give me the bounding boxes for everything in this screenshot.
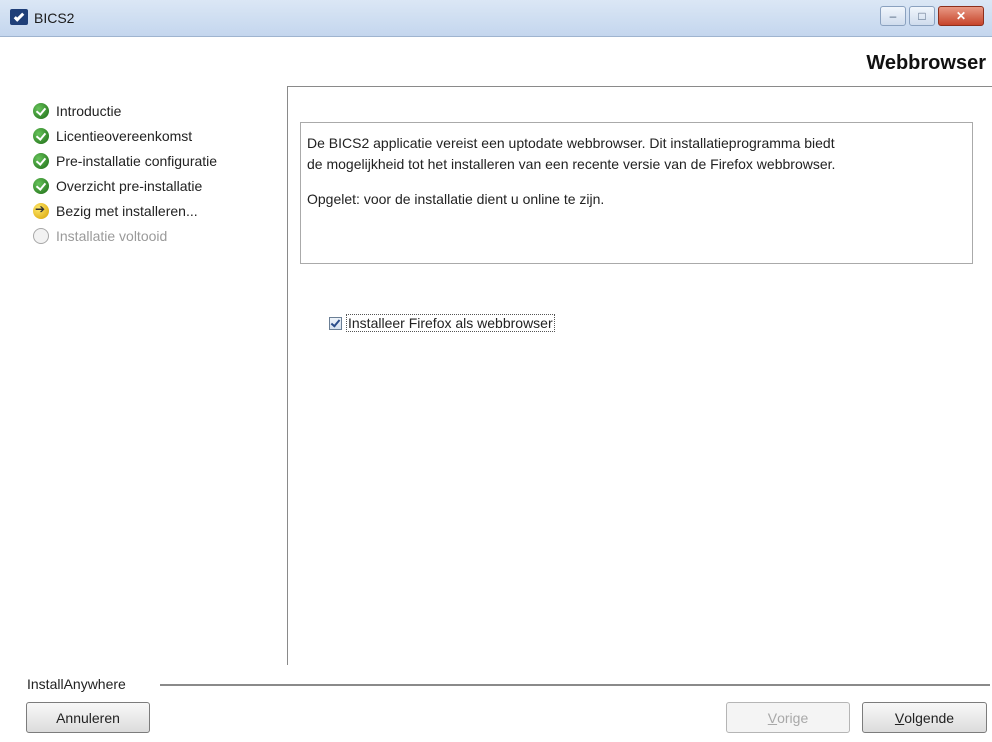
check-circle-icon bbox=[33, 152, 49, 169]
step-label: Overzicht pre-installatie bbox=[56, 177, 203, 194]
footer-divider bbox=[160, 684, 990, 686]
next-label: olgende bbox=[904, 709, 955, 726]
previous-mnemonic: V bbox=[767, 709, 778, 726]
step-label: Pre-installatie configuratie bbox=[56, 152, 218, 169]
step-list: Introductie Licentieovereenkomst Pre-ins… bbox=[33, 98, 217, 248]
info-line: de mogelijkheid tot het installeren van … bbox=[307, 156, 836, 172]
install-firefox-checkbox[interactable] bbox=[329, 316, 342, 330]
next-mnemonic: V bbox=[894, 709, 905, 726]
info-line: De BICS2 applicatie vereist een uptodate… bbox=[307, 135, 835, 151]
maximize-button[interactable]: □ bbox=[909, 6, 935, 26]
empty-circle-icon bbox=[33, 227, 49, 244]
step-bezig-met-installeren: Bezig met installeren... bbox=[33, 198, 217, 223]
step-licentieovereenkomst: Licentieovereenkomst bbox=[33, 123, 217, 148]
window-title: BICS2 bbox=[34, 10, 75, 26]
step-introductie: Introductie bbox=[33, 98, 217, 123]
close-button[interactable]: ✕ bbox=[938, 6, 984, 26]
next-button[interactable]: Volgende bbox=[862, 702, 987, 733]
check-circle-icon bbox=[33, 177, 49, 194]
step-overzicht-pre-installatie: Overzicht pre-installatie bbox=[33, 173, 217, 198]
check-circle-icon bbox=[33, 102, 49, 119]
vendor-label: InstallAnywhere bbox=[27, 676, 134, 692]
install-firefox-option[interactable]: Installeer Firefox als webbrowser bbox=[329, 314, 555, 332]
info-box: De BICS2 applicatie vereist een uptodate… bbox=[300, 122, 973, 264]
check-circle-icon bbox=[33, 127, 49, 144]
install-firefox-label[interactable]: Installeer Firefox als webbrowser bbox=[346, 314, 555, 332]
page-title: Webbrowser bbox=[866, 52, 986, 74]
minimize-button[interactable]: – bbox=[880, 6, 906, 26]
cancel-button[interactable]: Annuleren bbox=[26, 702, 150, 733]
step-pre-installatie-configuratie: Pre-installatie configuratie bbox=[33, 148, 217, 173]
previous-label: orige bbox=[777, 709, 809, 726]
step-label: Introductie bbox=[56, 102, 122, 119]
step-label: Licentieovereenkomst bbox=[56, 127, 193, 144]
info-note: Opgelet: voor de installatie dient u onl… bbox=[307, 191, 605, 207]
step-label: Installatie voltooid bbox=[56, 227, 168, 244]
step-label: Bezig met installeren... bbox=[56, 202, 198, 219]
previous-button[interactable]: Vorige bbox=[726, 702, 850, 733]
title-bar: BICS2 – □ ✕ bbox=[0, 0, 992, 37]
step-installatie-voltooid: Installatie voltooid bbox=[33, 223, 217, 248]
app-logo-icon bbox=[10, 9, 28, 25]
arrow-circle-icon bbox=[33, 202, 49, 219]
